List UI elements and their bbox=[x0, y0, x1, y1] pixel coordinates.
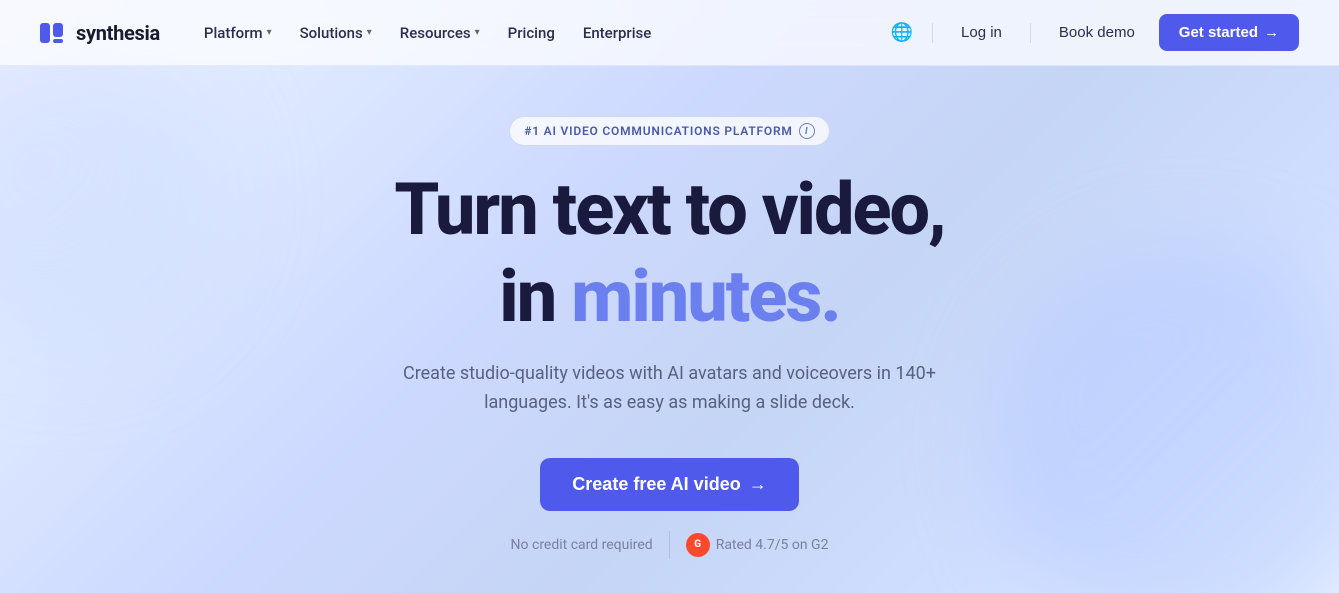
nav-divider2 bbox=[1030, 23, 1031, 43]
logo-text: synthesia bbox=[76, 21, 160, 45]
info-icon[interactable]: i bbox=[799, 123, 815, 139]
cta-arrow-icon: → bbox=[749, 474, 767, 495]
nav-pricing[interactable]: Pricing bbox=[496, 18, 567, 48]
nav-links: Platform ▾ Solutions ▾ Resources ▾ Prici… bbox=[192, 18, 663, 48]
g2-badge: G Rated 4.7/5 on G2 bbox=[686, 533, 829, 557]
book-demo-button[interactable]: Book demo bbox=[1043, 16, 1151, 49]
logo-icon bbox=[40, 23, 68, 43]
solutions-chevron-icon: ▾ bbox=[367, 27, 372, 38]
social-proof-divider bbox=[669, 531, 670, 559]
arrow-icon: → bbox=[1264, 24, 1279, 41]
nav-right: 🌐 Log in Book demo Get started → bbox=[884, 14, 1299, 51]
globe-icon: 🌐 bbox=[891, 22, 913, 43]
g2-rating-text: Rated 4.7/5 on G2 bbox=[716, 537, 829, 553]
get-started-button[interactable]: Get started → bbox=[1159, 14, 1299, 51]
g2-logo: G bbox=[686, 533, 710, 557]
language-selector[interactable]: 🌐 bbox=[884, 15, 920, 51]
resources-chevron-icon: ▾ bbox=[475, 27, 480, 38]
nav-divider bbox=[932, 23, 933, 43]
logo-link[interactable]: synthesia bbox=[40, 21, 160, 45]
hero-section: #1 AI VIDEO COMMUNICATIONS PLATFORM i Tu… bbox=[0, 66, 1339, 559]
hero-title-line2: in minutes. bbox=[499, 257, 839, 336]
nav-enterprise[interactable]: Enterprise bbox=[571, 18, 663, 48]
login-button[interactable]: Log in bbox=[945, 16, 1018, 49]
nav-solutions[interactable]: Solutions ▾ bbox=[288, 18, 384, 48]
nav-platform[interactable]: Platform ▾ bbox=[192, 18, 284, 48]
no-credit-card-text: No credit card required bbox=[511, 537, 653, 553]
hero-accent: minutes. bbox=[571, 254, 840, 339]
cta-button[interactable]: Create free AI video → bbox=[540, 458, 798, 511]
hero-badge: #1 AI VIDEO COMMUNICATIONS PLATFORM i bbox=[509, 116, 829, 146]
platform-chevron-icon: ▾ bbox=[267, 27, 272, 38]
page-wrapper: synthesia Platform ▾ Solutions ▾ Resourc… bbox=[0, 0, 1339, 593]
hero-subtitle: Create studio-quality videos with AI ava… bbox=[380, 360, 960, 418]
navbar: synthesia Platform ▾ Solutions ▾ Resourc… bbox=[0, 0, 1339, 66]
navbar-left: synthesia Platform ▾ Solutions ▾ Resourc… bbox=[40, 18, 663, 48]
social-proof: No credit card required G Rated 4.7/5 on… bbox=[511, 531, 829, 559]
hero-title-line1: Turn text to video, bbox=[394, 170, 944, 249]
nav-resources[interactable]: Resources ▾ bbox=[388, 18, 492, 48]
